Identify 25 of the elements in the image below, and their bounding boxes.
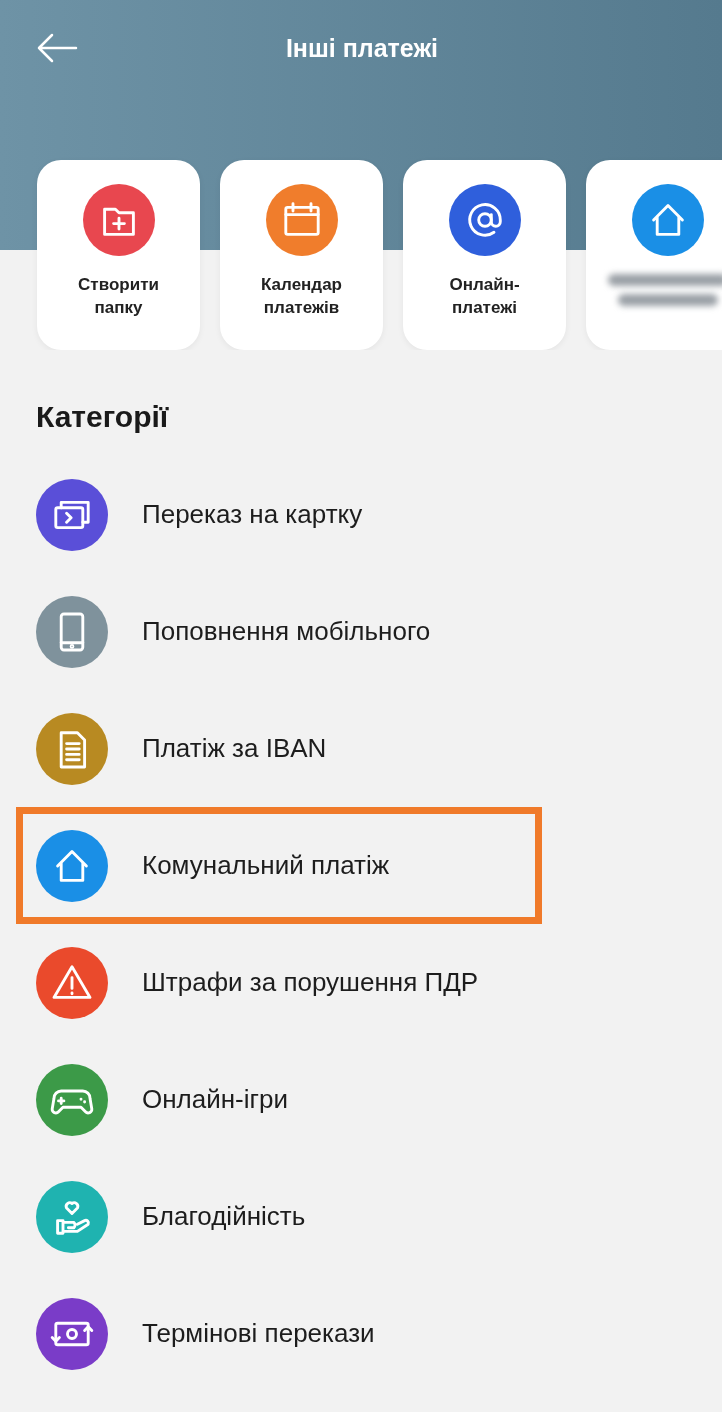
category-row[interactable]: Поповнення мобільного xyxy=(0,573,722,690)
category-label: Термінові перекази xyxy=(142,1318,375,1349)
category-label: Комунальний платіж xyxy=(142,850,390,881)
category-label: Онлайн-ігри xyxy=(142,1084,288,1115)
category-row[interactable]: Штрафи за порушення ПДР xyxy=(0,924,722,1041)
category-label: Платіж за IBAN xyxy=(142,733,327,764)
quick-action-label: Календар платежів xyxy=(261,274,342,319)
quick-action-card[interactable]: Календар платежів xyxy=(220,160,383,350)
category-row[interactable]: Платіж за IBAN xyxy=(0,690,722,807)
category-label: Штрафи за порушення ПДР xyxy=(142,967,479,998)
category-row[interactable]: Благодійність xyxy=(0,1158,722,1275)
screen-title: Інші платежі xyxy=(284,33,440,63)
quick-action-label: Онлайн- платежі xyxy=(449,274,520,319)
quick-action-label: Створити папку xyxy=(78,274,159,319)
category-label: Переказ на картку xyxy=(142,499,363,530)
quick-action-card[interactable]: Онлайн- платежі xyxy=(403,160,566,350)
category-row[interactable]: Переказ на картку xyxy=(0,456,722,573)
section-heading: Категорії xyxy=(36,400,170,434)
category-row[interactable]: Онлайн-ігри xyxy=(0,1041,722,1158)
category-label: Благодійність xyxy=(142,1201,306,1232)
highlighted-category-row[interactable]: Комунальний платіж xyxy=(16,807,542,924)
category-label: Поповнення мобільного xyxy=(142,616,431,647)
category-row[interactable]: Термінові перекази xyxy=(0,1275,722,1392)
quick-action-card[interactable]: Створити папку xyxy=(37,160,200,350)
quick-action-card[interactable] xyxy=(586,160,722,350)
